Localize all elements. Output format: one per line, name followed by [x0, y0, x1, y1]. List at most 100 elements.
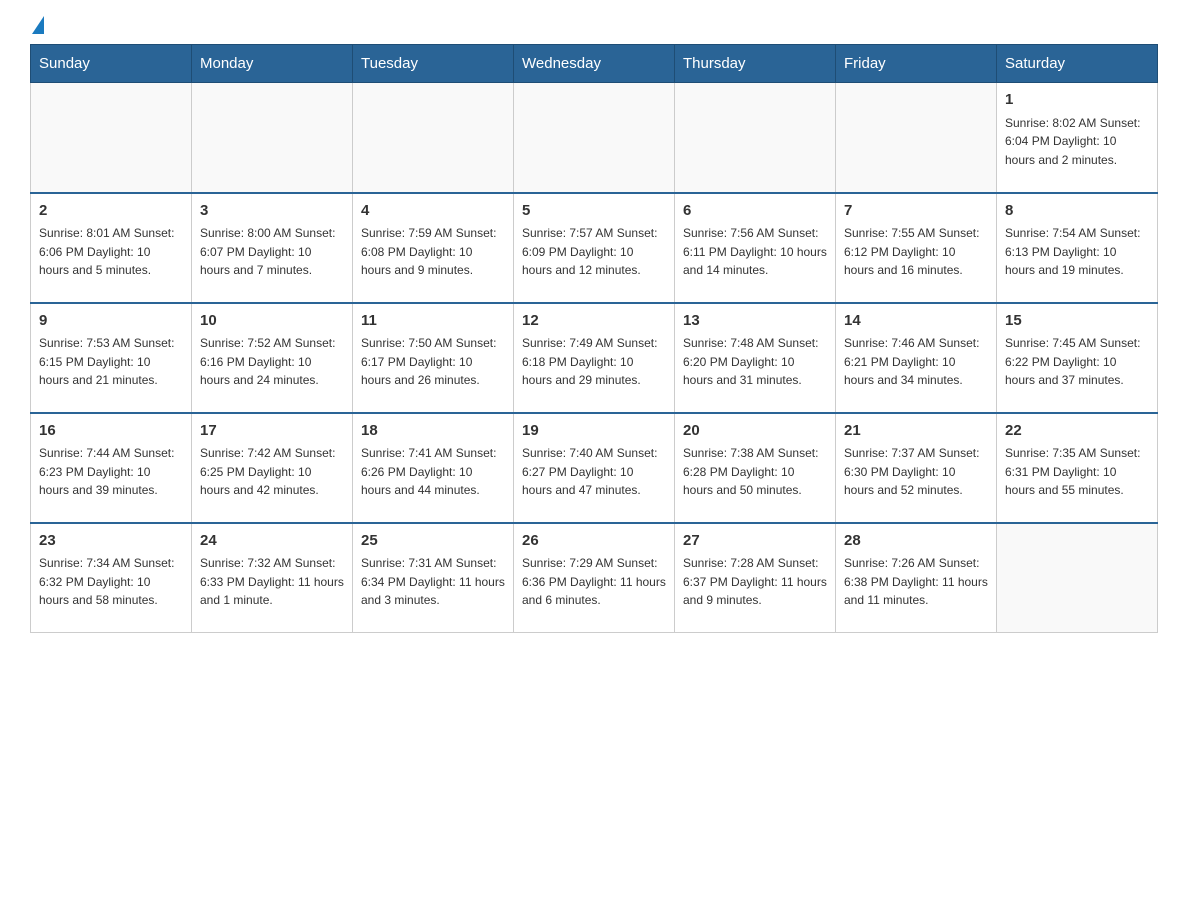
calendar-cell — [31, 83, 192, 193]
week-row-4: 16Sunrise: 7:44 AM Sunset: 6:23 PM Dayli… — [31, 413, 1158, 523]
page-header — [30, 20, 1158, 34]
day-number: 8 — [1005, 200, 1149, 223]
calendar-cell — [836, 83, 997, 193]
day-number: 10 — [200, 310, 344, 333]
day-number: 3 — [200, 200, 344, 223]
day-info: Sunrise: 7:46 AM Sunset: 6:21 PM Dayligh… — [844, 334, 988, 390]
calendar-cell — [514, 83, 675, 193]
day-header-tuesday: Tuesday — [353, 45, 514, 83]
day-number: 15 — [1005, 310, 1149, 333]
calendar-cell: 9Sunrise: 7:53 AM Sunset: 6:15 PM Daylig… — [31, 303, 192, 413]
day-info: Sunrise: 8:02 AM Sunset: 6:04 PM Dayligh… — [1005, 114, 1149, 170]
day-info: Sunrise: 7:48 AM Sunset: 6:20 PM Dayligh… — [683, 334, 827, 390]
day-header-thursday: Thursday — [675, 45, 836, 83]
calendar-cell: 5Sunrise: 7:57 AM Sunset: 6:09 PM Daylig… — [514, 193, 675, 303]
calendar-cell: 24Sunrise: 7:32 AM Sunset: 6:33 PM Dayli… — [192, 523, 353, 633]
calendar-cell: 8Sunrise: 7:54 AM Sunset: 6:13 PM Daylig… — [997, 193, 1158, 303]
day-info: Sunrise: 7:54 AM Sunset: 6:13 PM Dayligh… — [1005, 224, 1149, 280]
day-info: Sunrise: 7:45 AM Sunset: 6:22 PM Dayligh… — [1005, 334, 1149, 390]
calendar-cell: 12Sunrise: 7:49 AM Sunset: 6:18 PM Dayli… — [514, 303, 675, 413]
day-number: 14 — [844, 310, 988, 333]
day-number: 6 — [683, 200, 827, 223]
day-header-friday: Friday — [836, 45, 997, 83]
logo — [30, 20, 44, 34]
day-info: Sunrise: 8:00 AM Sunset: 6:07 PM Dayligh… — [200, 224, 344, 280]
day-info: Sunrise: 7:34 AM Sunset: 6:32 PM Dayligh… — [39, 554, 183, 610]
day-info: Sunrise: 7:29 AM Sunset: 6:36 PM Dayligh… — [522, 554, 666, 610]
day-number: 20 — [683, 420, 827, 443]
calendar-cell: 2Sunrise: 8:01 AM Sunset: 6:06 PM Daylig… — [31, 193, 192, 303]
day-info: Sunrise: 7:44 AM Sunset: 6:23 PM Dayligh… — [39, 444, 183, 500]
day-info: Sunrise: 7:31 AM Sunset: 6:34 PM Dayligh… — [361, 554, 505, 610]
day-info: Sunrise: 7:40 AM Sunset: 6:27 PM Dayligh… — [522, 444, 666, 500]
day-header-monday: Monday — [192, 45, 353, 83]
calendar-table: SundayMondayTuesdayWednesdayThursdayFrid… — [30, 44, 1158, 633]
day-info: Sunrise: 7:41 AM Sunset: 6:26 PM Dayligh… — [361, 444, 505, 500]
day-info: Sunrise: 7:56 AM Sunset: 6:11 PM Dayligh… — [683, 224, 827, 280]
day-info: Sunrise: 7:32 AM Sunset: 6:33 PM Dayligh… — [200, 554, 344, 610]
day-info: Sunrise: 7:38 AM Sunset: 6:28 PM Dayligh… — [683, 444, 827, 500]
days-header-row: SundayMondayTuesdayWednesdayThursdayFrid… — [31, 45, 1158, 83]
day-number: 4 — [361, 200, 505, 223]
logo-triangle-icon — [32, 16, 44, 34]
calendar-cell — [997, 523, 1158, 633]
calendar-cell: 14Sunrise: 7:46 AM Sunset: 6:21 PM Dayli… — [836, 303, 997, 413]
day-info: Sunrise: 7:53 AM Sunset: 6:15 PM Dayligh… — [39, 334, 183, 390]
day-number: 25 — [361, 530, 505, 553]
calendar-cell: 26Sunrise: 7:29 AM Sunset: 6:36 PM Dayli… — [514, 523, 675, 633]
week-row-2: 2Sunrise: 8:01 AM Sunset: 6:06 PM Daylig… — [31, 193, 1158, 303]
day-number: 12 — [522, 310, 666, 333]
calendar-cell: 19Sunrise: 7:40 AM Sunset: 6:27 PM Dayli… — [514, 413, 675, 523]
calendar-cell: 21Sunrise: 7:37 AM Sunset: 6:30 PM Dayli… — [836, 413, 997, 523]
day-info: Sunrise: 7:42 AM Sunset: 6:25 PM Dayligh… — [200, 444, 344, 500]
day-number: 21 — [844, 420, 988, 443]
day-number: 19 — [522, 420, 666, 443]
week-row-3: 9Sunrise: 7:53 AM Sunset: 6:15 PM Daylig… — [31, 303, 1158, 413]
day-header-wednesday: Wednesday — [514, 45, 675, 83]
calendar-cell: 16Sunrise: 7:44 AM Sunset: 6:23 PM Dayli… — [31, 413, 192, 523]
day-header-sunday: Sunday — [31, 45, 192, 83]
day-info: Sunrise: 7:55 AM Sunset: 6:12 PM Dayligh… — [844, 224, 988, 280]
calendar-cell — [675, 83, 836, 193]
day-number: 16 — [39, 420, 183, 443]
calendar-cell: 1Sunrise: 8:02 AM Sunset: 6:04 PM Daylig… — [997, 83, 1158, 193]
calendar-cell — [353, 83, 514, 193]
calendar-cell: 13Sunrise: 7:48 AM Sunset: 6:20 PM Dayli… — [675, 303, 836, 413]
day-number: 27 — [683, 530, 827, 553]
calendar-cell: 3Sunrise: 8:00 AM Sunset: 6:07 PM Daylig… — [192, 193, 353, 303]
calendar-cell: 17Sunrise: 7:42 AM Sunset: 6:25 PM Dayli… — [192, 413, 353, 523]
day-number: 18 — [361, 420, 505, 443]
day-info: Sunrise: 7:28 AM Sunset: 6:37 PM Dayligh… — [683, 554, 827, 610]
calendar-cell: 10Sunrise: 7:52 AM Sunset: 6:16 PM Dayli… — [192, 303, 353, 413]
day-info: Sunrise: 7:57 AM Sunset: 6:09 PM Dayligh… — [522, 224, 666, 280]
calendar-cell: 20Sunrise: 7:38 AM Sunset: 6:28 PM Dayli… — [675, 413, 836, 523]
calendar-cell: 27Sunrise: 7:28 AM Sunset: 6:37 PM Dayli… — [675, 523, 836, 633]
week-row-5: 23Sunrise: 7:34 AM Sunset: 6:32 PM Dayli… — [31, 523, 1158, 633]
calendar-cell: 11Sunrise: 7:50 AM Sunset: 6:17 PM Dayli… — [353, 303, 514, 413]
day-number: 22 — [1005, 420, 1149, 443]
day-number: 13 — [683, 310, 827, 333]
day-info: Sunrise: 7:49 AM Sunset: 6:18 PM Dayligh… — [522, 334, 666, 390]
day-info: Sunrise: 7:35 AM Sunset: 6:31 PM Dayligh… — [1005, 444, 1149, 500]
day-number: 2 — [39, 200, 183, 223]
day-number: 28 — [844, 530, 988, 553]
day-info: Sunrise: 8:01 AM Sunset: 6:06 PM Dayligh… — [39, 224, 183, 280]
day-number: 1 — [1005, 89, 1149, 112]
day-number: 5 — [522, 200, 666, 223]
calendar-cell: 18Sunrise: 7:41 AM Sunset: 6:26 PM Dayli… — [353, 413, 514, 523]
day-info: Sunrise: 7:26 AM Sunset: 6:38 PM Dayligh… — [844, 554, 988, 610]
day-header-saturday: Saturday — [997, 45, 1158, 83]
day-info: Sunrise: 7:59 AM Sunset: 6:08 PM Dayligh… — [361, 224, 505, 280]
day-number: 7 — [844, 200, 988, 223]
day-info: Sunrise: 7:52 AM Sunset: 6:16 PM Dayligh… — [200, 334, 344, 390]
week-row-1: 1Sunrise: 8:02 AM Sunset: 6:04 PM Daylig… — [31, 83, 1158, 193]
day-number: 26 — [522, 530, 666, 553]
day-number: 9 — [39, 310, 183, 333]
calendar-cell: 23Sunrise: 7:34 AM Sunset: 6:32 PM Dayli… — [31, 523, 192, 633]
calendar-cell: 22Sunrise: 7:35 AM Sunset: 6:31 PM Dayli… — [997, 413, 1158, 523]
calendar-cell: 25Sunrise: 7:31 AM Sunset: 6:34 PM Dayli… — [353, 523, 514, 633]
day-number: 24 — [200, 530, 344, 553]
calendar-cell: 4Sunrise: 7:59 AM Sunset: 6:08 PM Daylig… — [353, 193, 514, 303]
day-number: 17 — [200, 420, 344, 443]
day-info: Sunrise: 7:50 AM Sunset: 6:17 PM Dayligh… — [361, 334, 505, 390]
